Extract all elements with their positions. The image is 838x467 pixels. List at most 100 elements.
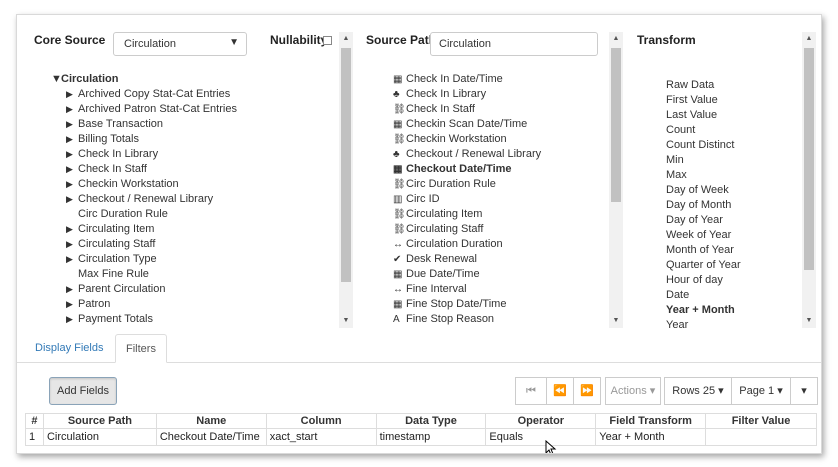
col-header-operator[interactable]: Operator — [485, 413, 597, 429]
scrollbar-thumb[interactable] — [804, 48, 814, 270]
tree-item[interactable]: ▶ Circulating Item — [51, 222, 237, 237]
first-page-button[interactable]: ⏮ — [515, 377, 547, 405]
tree-item[interactable]: ▶ Billing Totals — [51, 132, 237, 147]
scroll-up-icon[interactable]: ▲ — [341, 35, 351, 42]
transform-item[interactable]: Day of Month — [666, 198, 741, 213]
transform-item[interactable]: Hour of day — [666, 273, 741, 288]
transform-list: Raw Data First Value Last Value Count Count … — [666, 78, 741, 333]
transform-item[interactable]: Year + Month — [666, 303, 741, 318]
col-header-field-transform[interactable]: Field Transform — [595, 413, 707, 429]
transform-item[interactable]: Count Distinct — [666, 138, 741, 153]
source-field-item[interactable]: ▥ Circ ID — [393, 192, 541, 207]
tree-item[interactable]: ▶ Patron — [51, 297, 237, 312]
col-header-name[interactable]: Name — [155, 413, 267, 429]
transform-item[interactable]: Raw Data — [666, 78, 741, 93]
source-field-item[interactable]: ▦ Checkout Date/Time — [393, 162, 541, 177]
tree-item[interactable]: ▶ Check In Staff — [51, 162, 237, 177]
tree-item-label: Circulating Staff — [78, 238, 156, 250]
transform-item[interactable]: Quarter of Year — [666, 258, 741, 273]
cell-filter-value[interactable] — [705, 428, 817, 446]
transform-item[interactable]: Last Value — [666, 108, 741, 123]
transform-item[interactable]: Day of Week — [666, 183, 741, 198]
col-header-filter-value[interactable]: Filter Value — [705, 413, 817, 429]
source-field-item[interactable]: ▦ Fine Stop Date/Time — [393, 297, 541, 312]
scroll-up-icon[interactable]: ▲ — [804, 35, 814, 42]
scroll-down-icon[interactable]: ▼ — [341, 317, 351, 324]
col-header-data-type[interactable]: Data Type — [375, 413, 487, 429]
rows-dropdown[interactable]: Rows 25 ▾ — [664, 377, 732, 405]
scroll-down-icon[interactable]: ▼ — [611, 317, 621, 324]
transform-item[interactable]: Day of Year — [666, 213, 741, 228]
transform-item[interactable]: Month of Year — [666, 243, 741, 258]
tree-item[interactable]: ▶ Payment Totals — [51, 312, 237, 327]
col-header-number[interactable]: # — [25, 413, 44, 429]
scrollbar-thumb[interactable] — [611, 48, 621, 202]
source-field-item[interactable]: ▦ Due Date/Time — [393, 267, 541, 282]
add-fields-button[interactable]: Add Fields — [49, 377, 117, 405]
check-circle-icon: ✔ — [393, 254, 402, 265]
prev-page-button[interactable]: ⏪ — [546, 377, 574, 405]
source-scrollbar[interactable]: ▲ ▼ — [609, 32, 623, 328]
tree-root[interactable]: ▼Circulation — [51, 72, 237, 87]
tree-item[interactable]: ▶ Circulating Staff — [51, 237, 237, 252]
col-header-column[interactable]: Column — [265, 413, 377, 429]
tree-item[interactable]: Max Fine Rule — [51, 267, 237, 282]
transform-item[interactable]: Min — [666, 153, 741, 168]
transform-item[interactable]: Count — [666, 123, 741, 138]
source-field-item[interactable]: ⛓Check In Staff — [393, 102, 541, 117]
next-page-button[interactable]: ⏩ — [573, 377, 601, 405]
core-source-label: Core Source — [34, 33, 106, 47]
source-field-item[interactable]: ♣ Check In Library — [393, 87, 541, 102]
triangle-right-icon: ▶ — [66, 314, 73, 324]
tree-item[interactable]: ▶ Circulation Type — [51, 252, 237, 267]
source-field-item[interactable]: A Fine Stop Reason — [393, 312, 541, 327]
tree-item[interactable]: ▶ Archived Patron Stat-Cat Entries — [51, 102, 237, 117]
transform-scrollbar[interactable]: ▲ ▼ — [802, 32, 816, 328]
tree-item[interactable]: ▶ Archived Copy Stat-Cat Entries — [51, 87, 237, 102]
tree-item[interactable]: ▶ Check In Library — [51, 147, 237, 162]
transform-item[interactable]: Year — [666, 318, 741, 333]
tab-display-fields[interactable]: Display Fields — [25, 334, 113, 363]
cell-column: xact_start — [265, 428, 377, 446]
tree-item[interactable]: ▶ Base Transaction — [51, 117, 237, 132]
source-field-item[interactable]: ♣ Checkout / Renewal Library — [393, 147, 541, 162]
cell-operator[interactable]: Equals — [485, 428, 597, 446]
actions-dropdown[interactable]: Actions ▾ — [605, 377, 661, 405]
tab-filters[interactable]: Filters — [115, 334, 167, 363]
scrollbar-thumb[interactable] — [341, 48, 351, 282]
tree-scrollbar[interactable]: ▲ ▼ — [339, 32, 353, 328]
tree-item[interactable]: Circ Duration Rule — [51, 207, 237, 222]
transform-item[interactable]: Max — [666, 168, 741, 183]
more-options-button[interactable]: ▾ — [790, 377, 818, 405]
triangle-right-icon: ▶ — [66, 224, 73, 234]
table-row[interactable]: 1 Circulation Checkout Date/Time xact_st… — [25, 428, 817, 446]
col-header-source-path[interactable]: Source Path — [42, 413, 157, 429]
page-dropdown[interactable]: Page 1 ▾ — [731, 377, 791, 405]
calendar-icon: ▦ — [393, 164, 403, 175]
transform-item[interactable]: Date — [666, 288, 741, 303]
core-source-select[interactable]: Circulation ▼ — [113, 32, 247, 56]
scroll-up-icon[interactable]: ▲ — [611, 35, 621, 42]
source-field-item[interactable]: ↔ Circulation Duration — [393, 237, 541, 252]
cell-field-transform[interactable]: Year + Month — [595, 428, 707, 446]
tree-item[interactable]: ▶ Parent Circulation — [51, 282, 237, 297]
source-field-item[interactable]: ⛓Checkin Workstation — [393, 132, 541, 147]
source-field-item[interactable]: ↔ Fine Interval — [393, 282, 541, 297]
source-field-item[interactable]: ⛓Circulating Staff — [393, 222, 541, 237]
source-field-item[interactable]: ▦ Checkin Scan Date/Time — [393, 117, 541, 132]
source-field-item[interactable]: ✔ Desk Renewal — [393, 252, 541, 267]
transform-item[interactable]: Week of Year — [666, 228, 741, 243]
tree-item[interactable]: ▶ Checkout / Renewal Library — [51, 192, 237, 207]
source-field-item[interactable]: ⛓Circ Duration Rule — [393, 177, 541, 192]
triangle-right-icon: ▶ — [66, 149, 73, 159]
nullability-checkbox[interactable] — [323, 36, 332, 45]
source-field-item[interactable]: ⛓Circulating Item — [393, 207, 541, 222]
tree-item[interactable]: ▶ Checkin Workstation — [51, 177, 237, 192]
source-field-item[interactable]: ▦ Check In Date/Time — [393, 72, 541, 87]
source-field-label: Fine Stop Reason — [406, 313, 495, 325]
rows-label: Rows 25 — [672, 385, 716, 397]
source-path-input[interactable]: Circulation — [430, 32, 598, 56]
transform-item[interactable]: First Value — [666, 93, 741, 108]
source-field-label: Checkout / Renewal Library — [406, 148, 542, 160]
scroll-down-icon[interactable]: ▼ — [804, 317, 814, 324]
